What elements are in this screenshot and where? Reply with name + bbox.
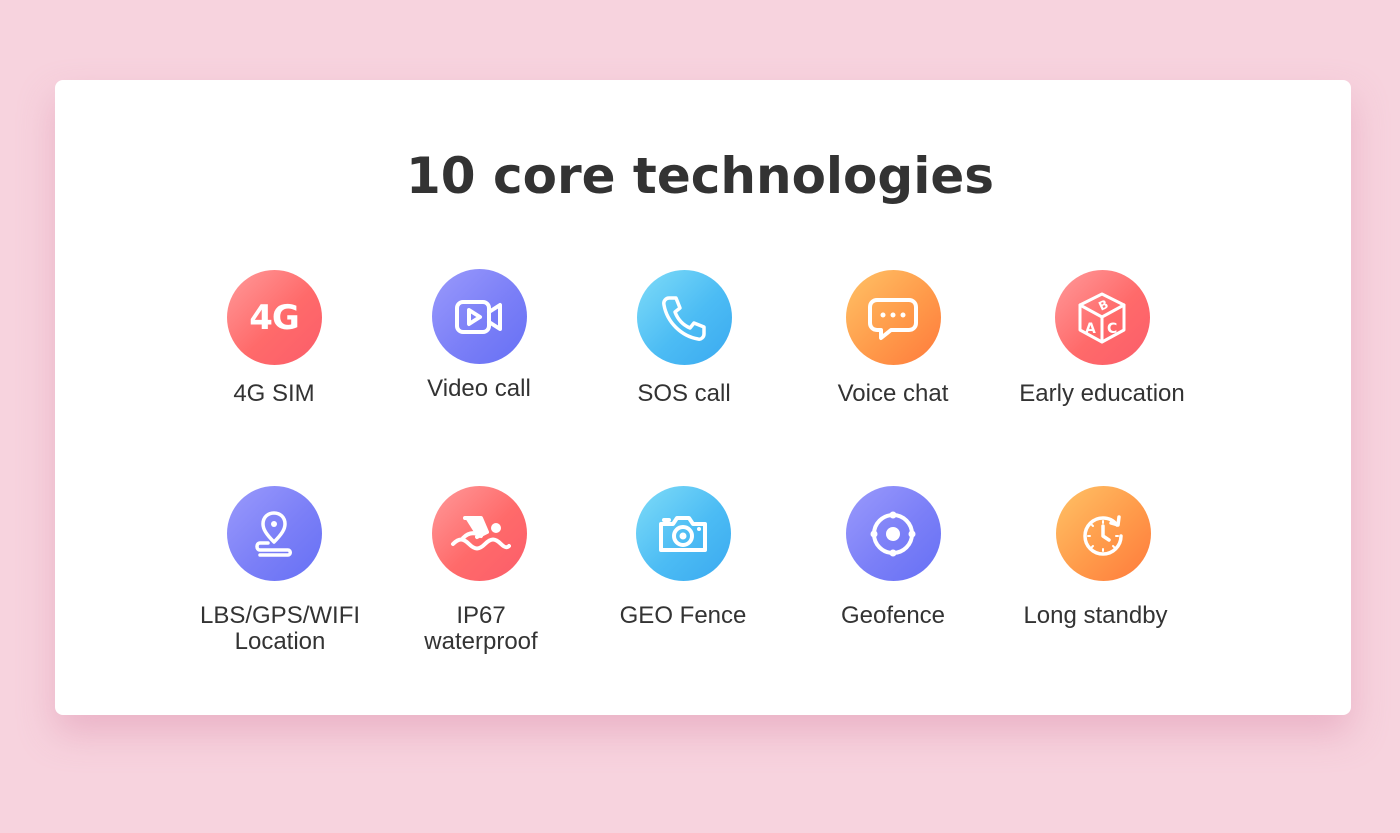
clock-refresh-icon	[1055, 486, 1151, 581]
page-title: 10 core technologies	[405, 147, 995, 205]
abc-block-icon: B A C	[1054, 270, 1150, 365]
feature-label: Voice chat	[837, 380, 949, 407]
feature-waterproof: IP67 waterproof	[369, 486, 589, 655]
feature-video-call: Video call	[369, 269, 589, 402]
feature-label: 4G SIM	[233, 380, 315, 407]
svg-text:B: B	[1096, 297, 1110, 314]
feature-label: Video call	[427, 375, 531, 402]
feature-location: LBS/GPS/WIFI Location	[164, 486, 384, 655]
feature-voice-chat: Voice chat	[783, 270, 1003, 407]
feature-label: LBS/GPS/WIFI Location	[199, 602, 361, 655]
svg-text:A: A	[1085, 321, 1096, 337]
feature-sos-call: SOS call	[574, 270, 794, 407]
feature-long-standby: Long standby	[993, 486, 1213, 629]
swimmer-icon	[431, 486, 527, 581]
camera-icon	[635, 486, 731, 581]
video-camera-icon	[431, 269, 527, 364]
feature-early-education: B A C Early education	[992, 270, 1212, 407]
feature-label: SOS call	[637, 380, 731, 407]
feature-geo-fence: GEO Fence	[573, 486, 793, 629]
svg-text:C: C	[1107, 321, 1117, 337]
location-pin-icon	[226, 486, 322, 581]
feature-label: Long standby	[1023, 602, 1168, 629]
feature-4g-sim: 4G 4G SIM	[164, 270, 384, 407]
feature-label: Geofence	[840, 602, 946, 629]
4g-icon-text: 4G	[249, 297, 300, 338]
target-icon	[845, 486, 941, 581]
feature-geofence: Geofence	[783, 486, 1003, 629]
feature-label: GEO Fence	[619, 602, 747, 629]
feature-label: IP67 waterproof	[424, 602, 538, 655]
phone-icon	[636, 270, 732, 365]
feature-label: Early education	[1019, 380, 1185, 407]
chat-bubble-icon	[845, 270, 941, 365]
4g-icon: 4G	[226, 270, 322, 365]
